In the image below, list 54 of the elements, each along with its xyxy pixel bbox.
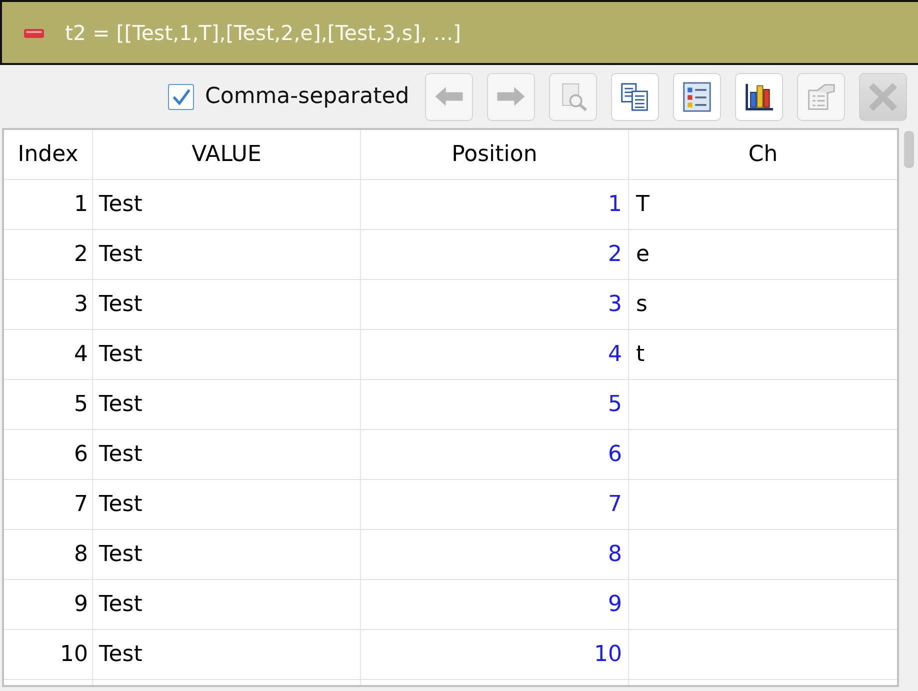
scrollbar-thumb[interactable]: [904, 131, 914, 168]
close-icon: [868, 82, 898, 112]
index-cell: 6: [4, 430, 93, 479]
value-cell: Test: [93, 280, 361, 329]
documents-icon: [620, 82, 650, 112]
value-cell: Test: [93, 580, 361, 629]
header-title: t2 = [[Test,1,T],[Test,2,e],[Test,3,s], ...]: [65, 20, 462, 44]
index-cell: 1: [4, 180, 93, 229]
right-arrow-icon: [497, 87, 526, 106]
value-cell: Test: [93, 630, 361, 679]
ch-cell-text: T: [635, 191, 650, 219]
position-cell: 4: [361, 330, 629, 379]
ch-cell-text: e: [635, 241, 651, 269]
form-icon: [806, 82, 836, 112]
index-cell: 2: [4, 230, 93, 279]
checkbox-label[interactable]: Comma-separated: [205, 84, 410, 109]
position-cell: 5: [361, 380, 629, 429]
checkmark-icon: [172, 88, 190, 104]
ch-cell-text: t: [635, 341, 646, 369]
index-cell: 10: [4, 630, 93, 679]
index-cell: 4: [4, 330, 93, 379]
column-header[interactable]: Ch: [629, 130, 897, 179]
position-cell: 3: [361, 280, 629, 329]
position-cell: 8: [361, 530, 629, 579]
column-header[interactable]: Position: [361, 130, 629, 179]
position-cell: 10: [361, 630, 629, 679]
value-cell: Test: [93, 330, 361, 379]
copy-button[interactable]: [611, 72, 660, 120]
checklist-icon: [682, 82, 712, 112]
chart-button[interactable]: [735, 72, 784, 120]
ch-cell-text: s: [635, 291, 648, 319]
list-button[interactable]: [673, 72, 722, 120]
position-cell: 1: [361, 180, 629, 229]
position-cell: 6: [361, 430, 629, 479]
position-cell: 9: [361, 580, 629, 629]
bar-chart-icon: [744, 82, 774, 112]
position-cell: 2: [361, 230, 629, 279]
index-cell: 3: [4, 280, 93, 329]
value-cell: Test: [93, 180, 361, 229]
collapse-icon[interactable]: [24, 29, 44, 38]
value-cell: Test: [93, 430, 361, 479]
index-cell: 9: [4, 580, 93, 629]
column-header[interactable]: Index: [4, 130, 93, 179]
value-cell: Test: [93, 380, 361, 429]
value-cell: Test: [93, 230, 361, 279]
index-cell: 8: [4, 530, 93, 579]
value-cell: Test: [93, 480, 361, 529]
position-cell: 7: [361, 480, 629, 529]
column-header[interactable]: VALUE: [93, 130, 361, 179]
index-cell: 5: [4, 380, 93, 429]
left-arrow-icon: [435, 87, 464, 106]
value-cell: Test: [93, 530, 361, 579]
index-cell: 7: [4, 480, 93, 529]
checkbox[interactable]: [168, 84, 194, 110]
